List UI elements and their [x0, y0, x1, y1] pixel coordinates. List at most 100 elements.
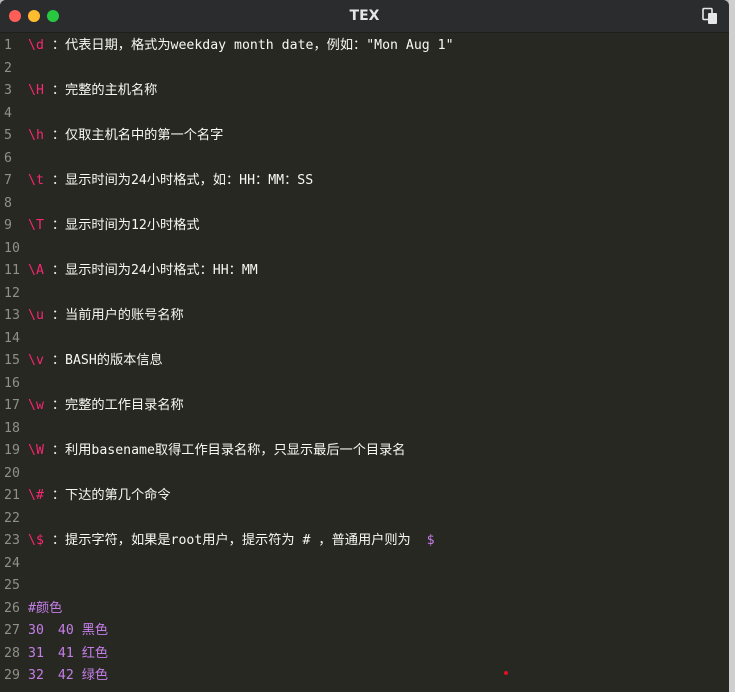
- escape-code: \d: [28, 38, 44, 53]
- line-number: 10: [4, 240, 20, 256]
- code-line: 11 \A ：显示时间为24小时格式：HH：MM: [0, 260, 729, 283]
- code-number: 40: [57, 623, 74, 638]
- line-number: 17: [4, 398, 20, 413]
- line-number: 1: [4, 38, 12, 53]
- line-number: 22: [4, 510, 20, 526]
- code-line: 25: [0, 575, 729, 598]
- code-text: ：显示时间为12小时格式: [51, 218, 200, 233]
- line-number: 27: [4, 623, 20, 638]
- line-number: 2: [4, 60, 12, 76]
- code-line: 6: [0, 148, 729, 171]
- line-number: 11: [4, 263, 20, 278]
- escape-code: \A: [28, 263, 44, 278]
- line-number: 12: [4, 285, 20, 301]
- line-number: 25: [4, 578, 20, 593]
- line-number: 14: [4, 330, 20, 346]
- line-number: 7: [4, 173, 12, 188]
- escape-code: \$: [28, 533, 44, 548]
- code-text: 绿色: [81, 668, 109, 683]
- code-line: 7 \t ：显示时间为24小时格式，如：HH：MM：SS: [0, 170, 729, 193]
- code-line: 27 30 40 黑色: [0, 620, 729, 643]
- code-text: ：BASH的版本信息: [51, 353, 163, 368]
- code-line: 2: [0, 58, 729, 81]
- code-text: ：显示时间为24小时格式，如：HH：MM：SS: [51, 173, 314, 188]
- code-line: 26 #颜色: [0, 598, 729, 621]
- line-number: 24: [4, 555, 20, 571]
- line-number: 18: [4, 420, 20, 436]
- escape-code: \W: [28, 443, 44, 458]
- code-area[interactable]: 1 \d ：代表日期，格式为weekday month date，例如："Mon …: [0, 35, 729, 688]
- code-line: 28 31 41 红色: [0, 643, 729, 666]
- code-line: 21 \# ：下达的第几个命令: [0, 485, 729, 508]
- line-number: 5: [4, 128, 12, 143]
- code-line: 19 \W ：利用basename取得工作目录名称，只显示最后一个目录名: [0, 440, 729, 463]
- code-number: 30: [28, 623, 44, 638]
- code-line: 16: [0, 373, 729, 396]
- code-line: 4: [0, 103, 729, 126]
- escape-code: \t: [28, 173, 44, 188]
- code-line: 15 \v ：BASH的版本信息: [0, 350, 729, 373]
- title-bar: TEX: [0, 0, 729, 33]
- code-line: 18: [0, 418, 729, 441]
- escape-code: \T: [28, 218, 44, 233]
- line-number: 15: [4, 353, 20, 368]
- code-line: 12: [0, 283, 729, 306]
- line-number: 29: [4, 668, 20, 683]
- code-text: 红色: [81, 645, 109, 661]
- line-number: 13: [4, 308, 20, 323]
- code-text: 黑色: [81, 623, 109, 638]
- code-text: ：代表日期，格式为weekday month date，例如："Mon Aug …: [51, 38, 454, 53]
- code-number: 42: [57, 668, 74, 683]
- code-text: ：下达的第几个命令: [51, 488, 171, 503]
- escape-code: \u: [28, 308, 44, 323]
- code-line: 9 \T ：显示时间为12小时格式: [0, 215, 729, 238]
- code-token: $: [426, 533, 435, 548]
- line-number: 4: [4, 105, 12, 121]
- code-line: 3 \H ：完整的主机名称: [0, 80, 729, 103]
- line-number: 23: [4, 533, 20, 548]
- escape-code: \h: [28, 128, 44, 143]
- escape-code: \v: [28, 353, 44, 368]
- editor-window: TEX 1 \d ：代表日期，格式为weekday month date，例如："…: [0, 0, 729, 692]
- code-text: ：完整的主机名称: [51, 83, 158, 98]
- line-number: 3: [4, 83, 12, 98]
- code-line: 17 \w ：完整的工作目录名称: [0, 395, 729, 418]
- code-number: 41: [57, 645, 74, 661]
- code-text: ：完整的工作目录名称: [51, 398, 184, 413]
- code-text: ：仅取主机名中的第一个名字: [51, 128, 224, 143]
- code-line: 13 \u ：当前用户的账号名称: [0, 305, 729, 328]
- line-number: 21: [4, 488, 20, 503]
- line-number: 20: [4, 465, 20, 481]
- escape-code: \w: [28, 398, 44, 413]
- code-text: ：显示时间为24小时格式：HH：MM: [51, 263, 258, 278]
- window-title: TEX: [349, 8, 380, 24]
- line-number: 26: [4, 600, 20, 616]
- code-text: ：提示字符，如果是root用户，提示符为 # ，普通用户则为: [51, 533, 419, 548]
- code-line: 8: [0, 193, 729, 216]
- code-line: 5 \h ：仅取主机名中的第一个名字: [0, 125, 729, 148]
- code-line: 22: [0, 508, 729, 531]
- code-line: 20: [0, 463, 729, 486]
- code-line: 1 \d ：代表日期，格式为weekday month date，例如："Mon …: [0, 35, 729, 58]
- line-number: 28: [4, 645, 20, 661]
- code-number: 31: [28, 645, 44, 661]
- line-number: 16: [4, 375, 20, 391]
- line-number: 19: [4, 443, 20, 458]
- code-text: ：利用basename取得工作目录名称，只显示最后一个目录名: [51, 443, 406, 458]
- line-number: 9: [4, 218, 12, 233]
- code-line: 24: [0, 553, 729, 576]
- code-line: 14: [0, 328, 729, 351]
- code-line: 29 32 42 绿色: [0, 665, 729, 688]
- copy-icon[interactable]: [701, 7, 719, 25]
- window-edge: [729, 0, 735, 692]
- cursor-dot: [504, 671, 508, 675]
- line-number: 6: [4, 150, 12, 166]
- code-line: 10: [0, 238, 729, 261]
- code-text: ：当前用户的账号名称: [51, 308, 184, 323]
- escape-code: \#: [28, 488, 44, 503]
- line-number: 8: [4, 195, 12, 211]
- code-number: 32: [28, 668, 44, 683]
- code-line: 23 \$ ：提示字符，如果是root用户，提示符为 # ，普通用户则为 $: [0, 530, 729, 553]
- escape-code: \H: [28, 83, 44, 98]
- code-comment: #颜色: [28, 600, 63, 616]
